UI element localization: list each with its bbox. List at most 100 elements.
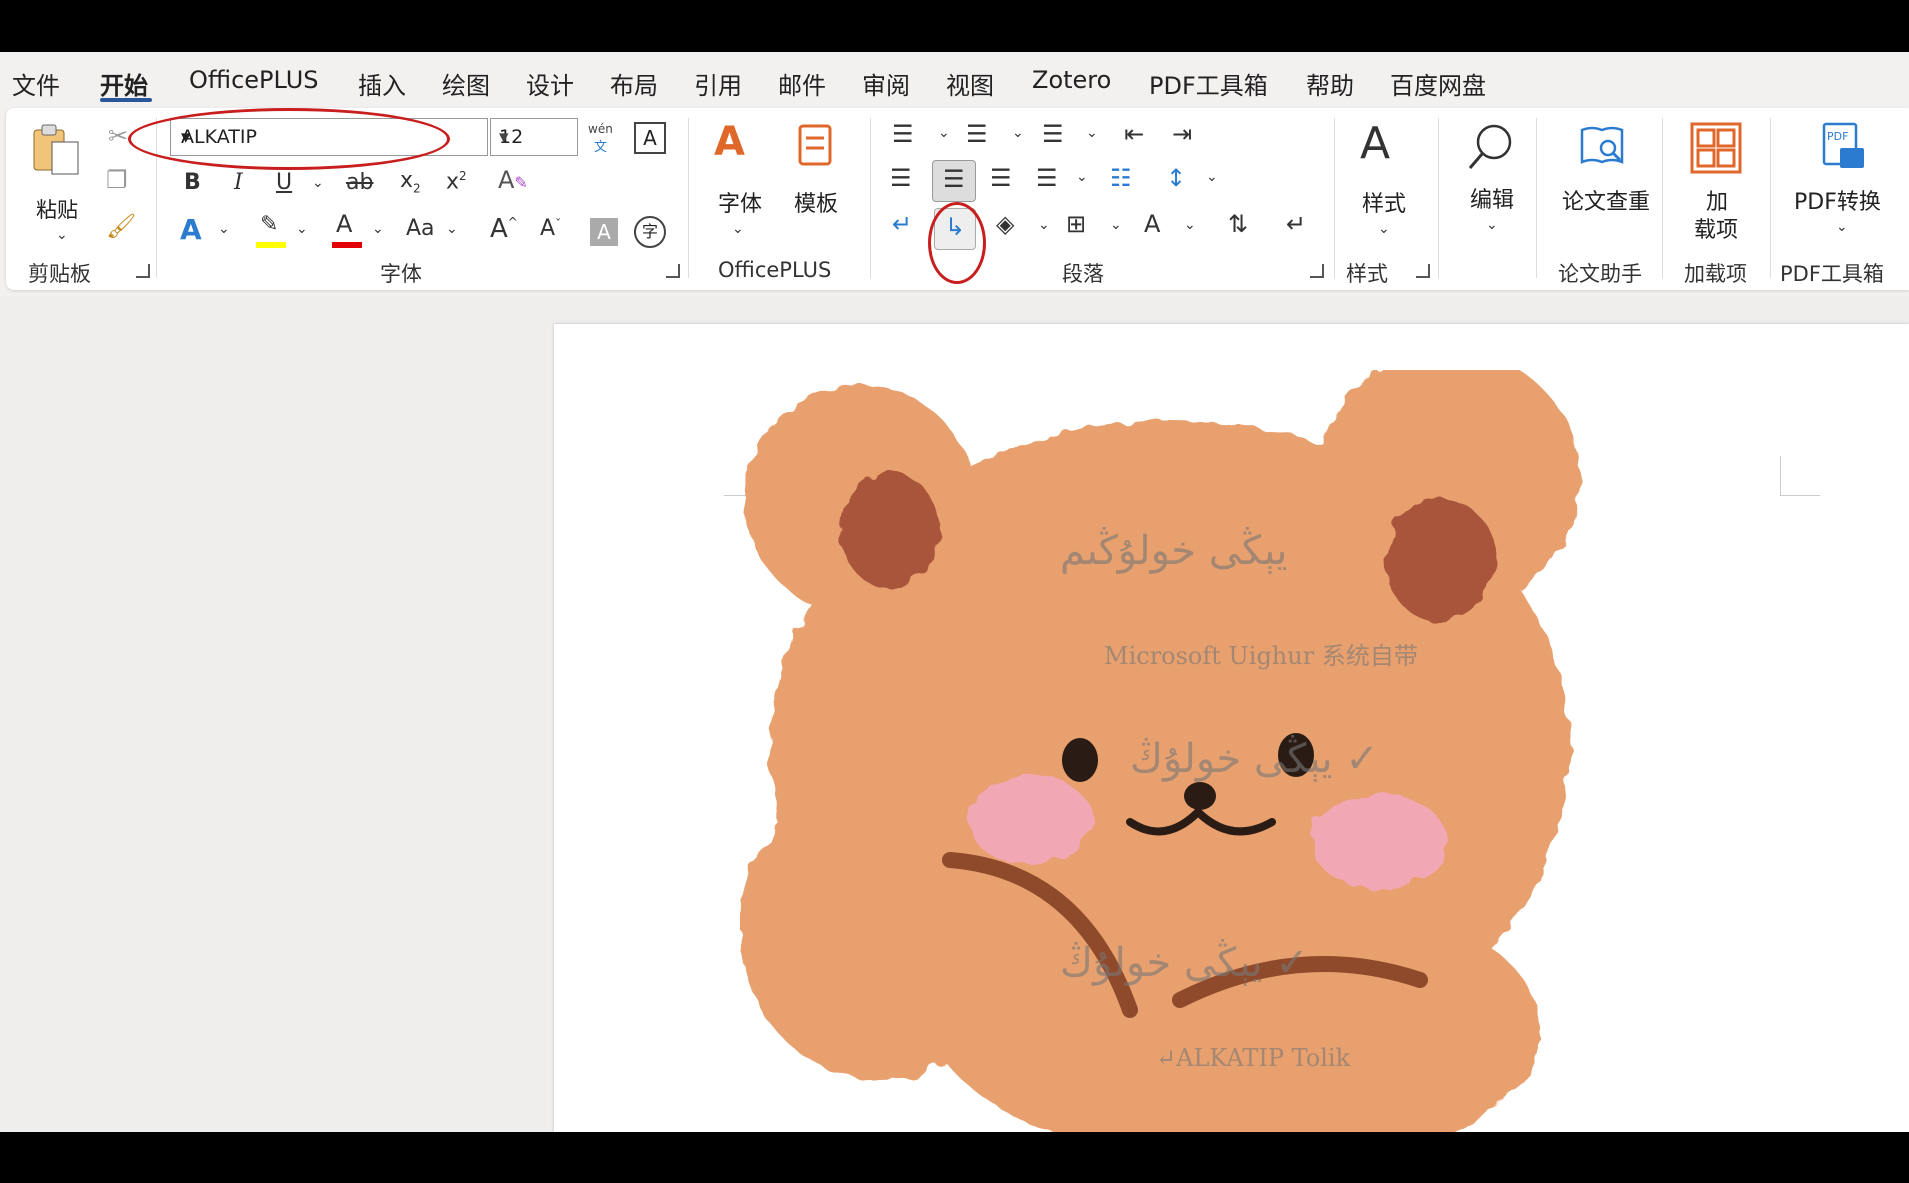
chevron-down-icon[interactable]: ⌄: [1378, 222, 1390, 236]
margin-corner-tr: [1780, 456, 1820, 496]
borders-icon[interactable]: ⊞: [1066, 212, 1086, 236]
tab-pdf-toolbox[interactable]: PDF工具箱: [1149, 66, 1268, 101]
tab-file[interactable]: 文件: [12, 66, 60, 101]
tab-help[interactable]: 帮助: [1306, 66, 1354, 101]
justify-icon[interactable]: ☰: [1036, 166, 1058, 190]
enclose-character-button[interactable]: 字: [634, 216, 666, 248]
font-color-icon: A: [336, 210, 353, 238]
font-group-label: 字体: [380, 262, 422, 286]
paragraph-launcher-icon[interactable]: [1310, 264, 1324, 278]
tab-review[interactable]: 审阅: [862, 66, 910, 101]
numbering-icon[interactable]: ☰: [966, 122, 988, 146]
distributed-icon[interactable]: ☷: [1110, 166, 1132, 190]
italic-button[interactable]: I: [234, 172, 243, 194]
superscript-button[interactable]: x2: [446, 170, 467, 193]
chevron-down-icon[interactable]: ⌄: [1012, 126, 1024, 140]
line-spacing-icon[interactable]: ↕: [1166, 166, 1186, 190]
clear-formatting-icon[interactable]: A✎: [498, 168, 528, 192]
shading-icon[interactable]: ◈: [996, 212, 1014, 236]
strikethrough-button[interactable]: ab: [346, 172, 373, 194]
styles-group-label: 样式: [1346, 262, 1388, 286]
officeplus-template-button[interactable]: 模板: [786, 122, 846, 222]
align-left-icon[interactable]: ☰: [890, 166, 912, 190]
doc-line-4: ✓ يېڭى خولۇڭ: [1060, 940, 1309, 986]
chevron-down-icon[interactable]: ⌄: [1038, 218, 1050, 232]
clipboard-group-label: 剪贴板: [28, 262, 91, 286]
divider: [1662, 118, 1663, 278]
officeplus-font-button[interactable]: A 字体 ⌄: [706, 122, 766, 236]
font-launcher-icon[interactable]: [666, 264, 680, 278]
show-formatting-icon[interactable]: ↵: [1286, 212, 1306, 236]
font-color-swatch: [332, 242, 362, 248]
officeplus-group-label: OfficePLUS: [718, 258, 832, 282]
chevron-down-icon[interactable]: ⌄: [732, 222, 744, 236]
tab-references[interactable]: 引用: [694, 66, 742, 101]
subscript-button[interactable]: x2: [400, 170, 421, 195]
increase-indent-icon[interactable]: ⇥: [1172, 122, 1192, 146]
decrease-indent-icon[interactable]: ⇤: [1124, 122, 1144, 146]
chevron-down-icon[interactable]: ⌄: [446, 222, 458, 236]
tab-home[interactable]: 开始: [100, 66, 148, 101]
highlight-color-swatch: [256, 242, 286, 248]
align-center-button[interactable]: ☰: [932, 160, 976, 202]
character-border-button[interactable]: A: [634, 122, 666, 154]
addins-button[interactable]: 加 载项: [1682, 122, 1752, 243]
chinese-layout-icon[interactable]: A: [1144, 212, 1160, 236]
change-case-button[interactable]: Aa: [406, 218, 435, 240]
sort-icon[interactable]: ⇅: [1228, 212, 1248, 236]
ltr-direction-icon[interactable]: ↵: [892, 212, 912, 236]
chevron-down-icon[interactable]: ⌄: [1184, 218, 1196, 232]
editing-button[interactable]: 编辑 ⌄: [1456, 122, 1526, 232]
styles-launcher-icon[interactable]: [1416, 264, 1430, 278]
text-effects-icon[interactable]: A: [180, 216, 202, 244]
chevron-down-icon[interactable]: ⌄: [372, 222, 384, 236]
chevron-down-icon[interactable]: ⌄: [1836, 220, 1848, 234]
copy-icon[interactable]: ❐: [106, 168, 128, 192]
highlight-button[interactable]: ✎: [254, 214, 286, 248]
chevron-down-icon[interactable]: ⌄: [56, 228, 68, 242]
tab-zotero[interactable]: Zotero: [1032, 66, 1111, 94]
paper-check-button[interactable]: 论文查重: [1552, 122, 1652, 222]
pdf-group-label: PDF工具箱: [1780, 262, 1884, 286]
font-color-button[interactable]: A: [330, 212, 362, 248]
styles-button[interactable]: A 样式 ⌄: [1350, 122, 1420, 237]
tab-draw[interactable]: 绘图: [442, 66, 490, 101]
tab-mailings[interactable]: 邮件: [778, 66, 826, 101]
cut-icon[interactable]: ✂: [108, 124, 128, 148]
chevron-down-icon[interactable]: ⌄: [1076, 170, 1088, 184]
chevron-down-icon[interactable]: ⌄: [1206, 170, 1218, 184]
tab-design[interactable]: 设计: [526, 66, 574, 101]
tab-insert[interactable]: 插入: [358, 66, 406, 101]
bullets-icon[interactable]: ☰: [892, 122, 914, 146]
chevron-down-icon[interactable]: ▾: [499, 126, 571, 148]
shrink-font-icon[interactable]: Aˇ: [540, 218, 561, 240]
chevron-down-icon[interactable]: ⌄: [1086, 126, 1098, 140]
annotation-oval-rtl: [928, 202, 986, 284]
officeplus-font-label: 字体: [718, 192, 763, 217]
paste-button[interactable]: 粘贴 ⌄: [26, 122, 86, 242]
paper-check-icon: [1580, 126, 1624, 164]
align-center-icon: ☰: [943, 165, 965, 193]
tab-layout[interactable]: 布局: [610, 66, 658, 101]
chevron-down-icon[interactable]: ⌄: [938, 126, 950, 140]
pdf-convert-button[interactable]: PDF PDF转换 ⌄: [1784, 122, 1904, 234]
chevron-down-icon[interactable]: ⌄: [312, 176, 324, 190]
underline-button[interactable]: U: [276, 172, 292, 194]
chevron-down-icon[interactable]: ⌄: [218, 222, 230, 236]
tab-baidu-netdisk[interactable]: 百度网盘: [1390, 66, 1486, 101]
tab-officeplus[interactable]: OfficePLUS: [189, 66, 319, 94]
bold-button[interactable]: B: [184, 172, 201, 194]
chevron-down-icon[interactable]: ⌄: [1486, 218, 1498, 232]
chevron-down-icon[interactable]: ⌄: [296, 222, 308, 236]
bottom-black-bar: [0, 1132, 1909, 1183]
clipboard-launcher-icon[interactable]: [136, 264, 150, 278]
font-size-combobox[interactable]: 12 ▾: [490, 118, 578, 156]
chevron-down-icon[interactable]: ⌄: [1110, 218, 1122, 232]
grow-font-icon[interactable]: A^: [490, 216, 518, 242]
phonetic-guide-button[interactable]: wén 文: [586, 122, 620, 156]
align-right-icon[interactable]: ☰: [990, 166, 1012, 190]
multilevel-list-icon[interactable]: ☰: [1042, 122, 1064, 146]
character-shading-icon[interactable]: A: [590, 218, 618, 246]
format-painter-icon[interactable]: 🖌: [106, 214, 136, 238]
tab-view[interactable]: 视图: [946, 66, 994, 101]
